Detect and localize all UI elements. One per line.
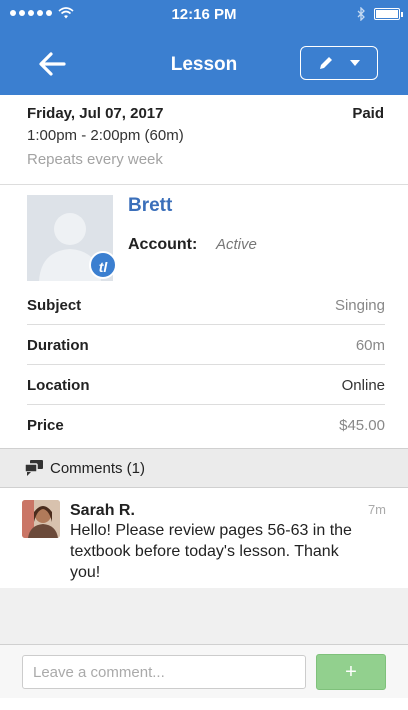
detail-label: Location: [27, 377, 90, 394]
detail-label: Duration: [27, 337, 89, 354]
bluetooth-icon: [357, 7, 365, 21]
status-bar: 12:16 PM: [0, 0, 408, 30]
lesson-schedule: Friday, Jul 07, 2017 Paid 1:00pm - 2:00p…: [0, 95, 408, 185]
detail-value: 60m: [355, 337, 385, 354]
comment-age: 7m: [367, 502, 386, 517]
lesson-repeat: Repeats every week: [27, 151, 163, 168]
comment-input[interactable]: [22, 655, 306, 689]
account-label: Account:: [128, 236, 198, 253]
comment-composer: +: [0, 644, 408, 698]
status-right: [357, 7, 403, 21]
lesson-screen: 12:16 PM Lesson Friday, Jul 07, 2017 Pai…: [0, 0, 408, 710]
nav-bar: Lesson: [0, 42, 408, 88]
commenter-photo: [22, 500, 60, 538]
student-name[interactable]: Brett: [128, 195, 172, 217]
payment-status: Paid: [352, 105, 384, 122]
comments-icon: [24, 460, 43, 476]
lesson-date: Friday, Jul 07, 2017: [27, 105, 164, 122]
comment-item: Sarah R. 7m Hello! Please review pages 5…: [0, 488, 408, 588]
status-time: 12:16 PM: [171, 6, 237, 23]
add-comment-button[interactable]: +: [316, 654, 386, 690]
chevron-down-icon: [350, 60, 360, 66]
detail-value: Online: [341, 377, 385, 394]
detail-value: $45.00: [339, 417, 385, 434]
comment-text: Hello! Please review pages 56-63 in the …: [70, 522, 352, 581]
comments-count: Comments (1): [50, 460, 146, 477]
comments-empty-area: [0, 588, 408, 644]
battery-icon: [374, 8, 403, 20]
lesson-details: Subject Singing Duration 60m Location On…: [27, 285, 385, 445]
top-bar: 12:16 PM Lesson: [0, 0, 408, 95]
detail-value: Singing: [334, 297, 385, 314]
detail-row-price: Price $45.00: [27, 405, 385, 445]
pencil-icon: [320, 57, 332, 69]
detail-row-subject: Subject Singing: [27, 285, 385, 325]
commenter-avatar: [22, 500, 60, 538]
lesson-time: 1:00pm - 2:00pm (60m): [27, 127, 184, 144]
account-status: Active: [216, 236, 257, 253]
comment-author: Sarah R.: [70, 502, 135, 519]
detail-row-location: Location Online: [27, 365, 385, 405]
detail-label: Subject: [27, 297, 82, 314]
comments-header: Comments (1): [0, 448, 408, 488]
edit-menu-button[interactable]: [300, 46, 378, 80]
bottom-edge: [0, 698, 408, 710]
app-badge: tl: [89, 251, 117, 279]
detail-label: Price: [27, 417, 64, 434]
detail-row-duration: Duration 60m: [27, 325, 385, 365]
